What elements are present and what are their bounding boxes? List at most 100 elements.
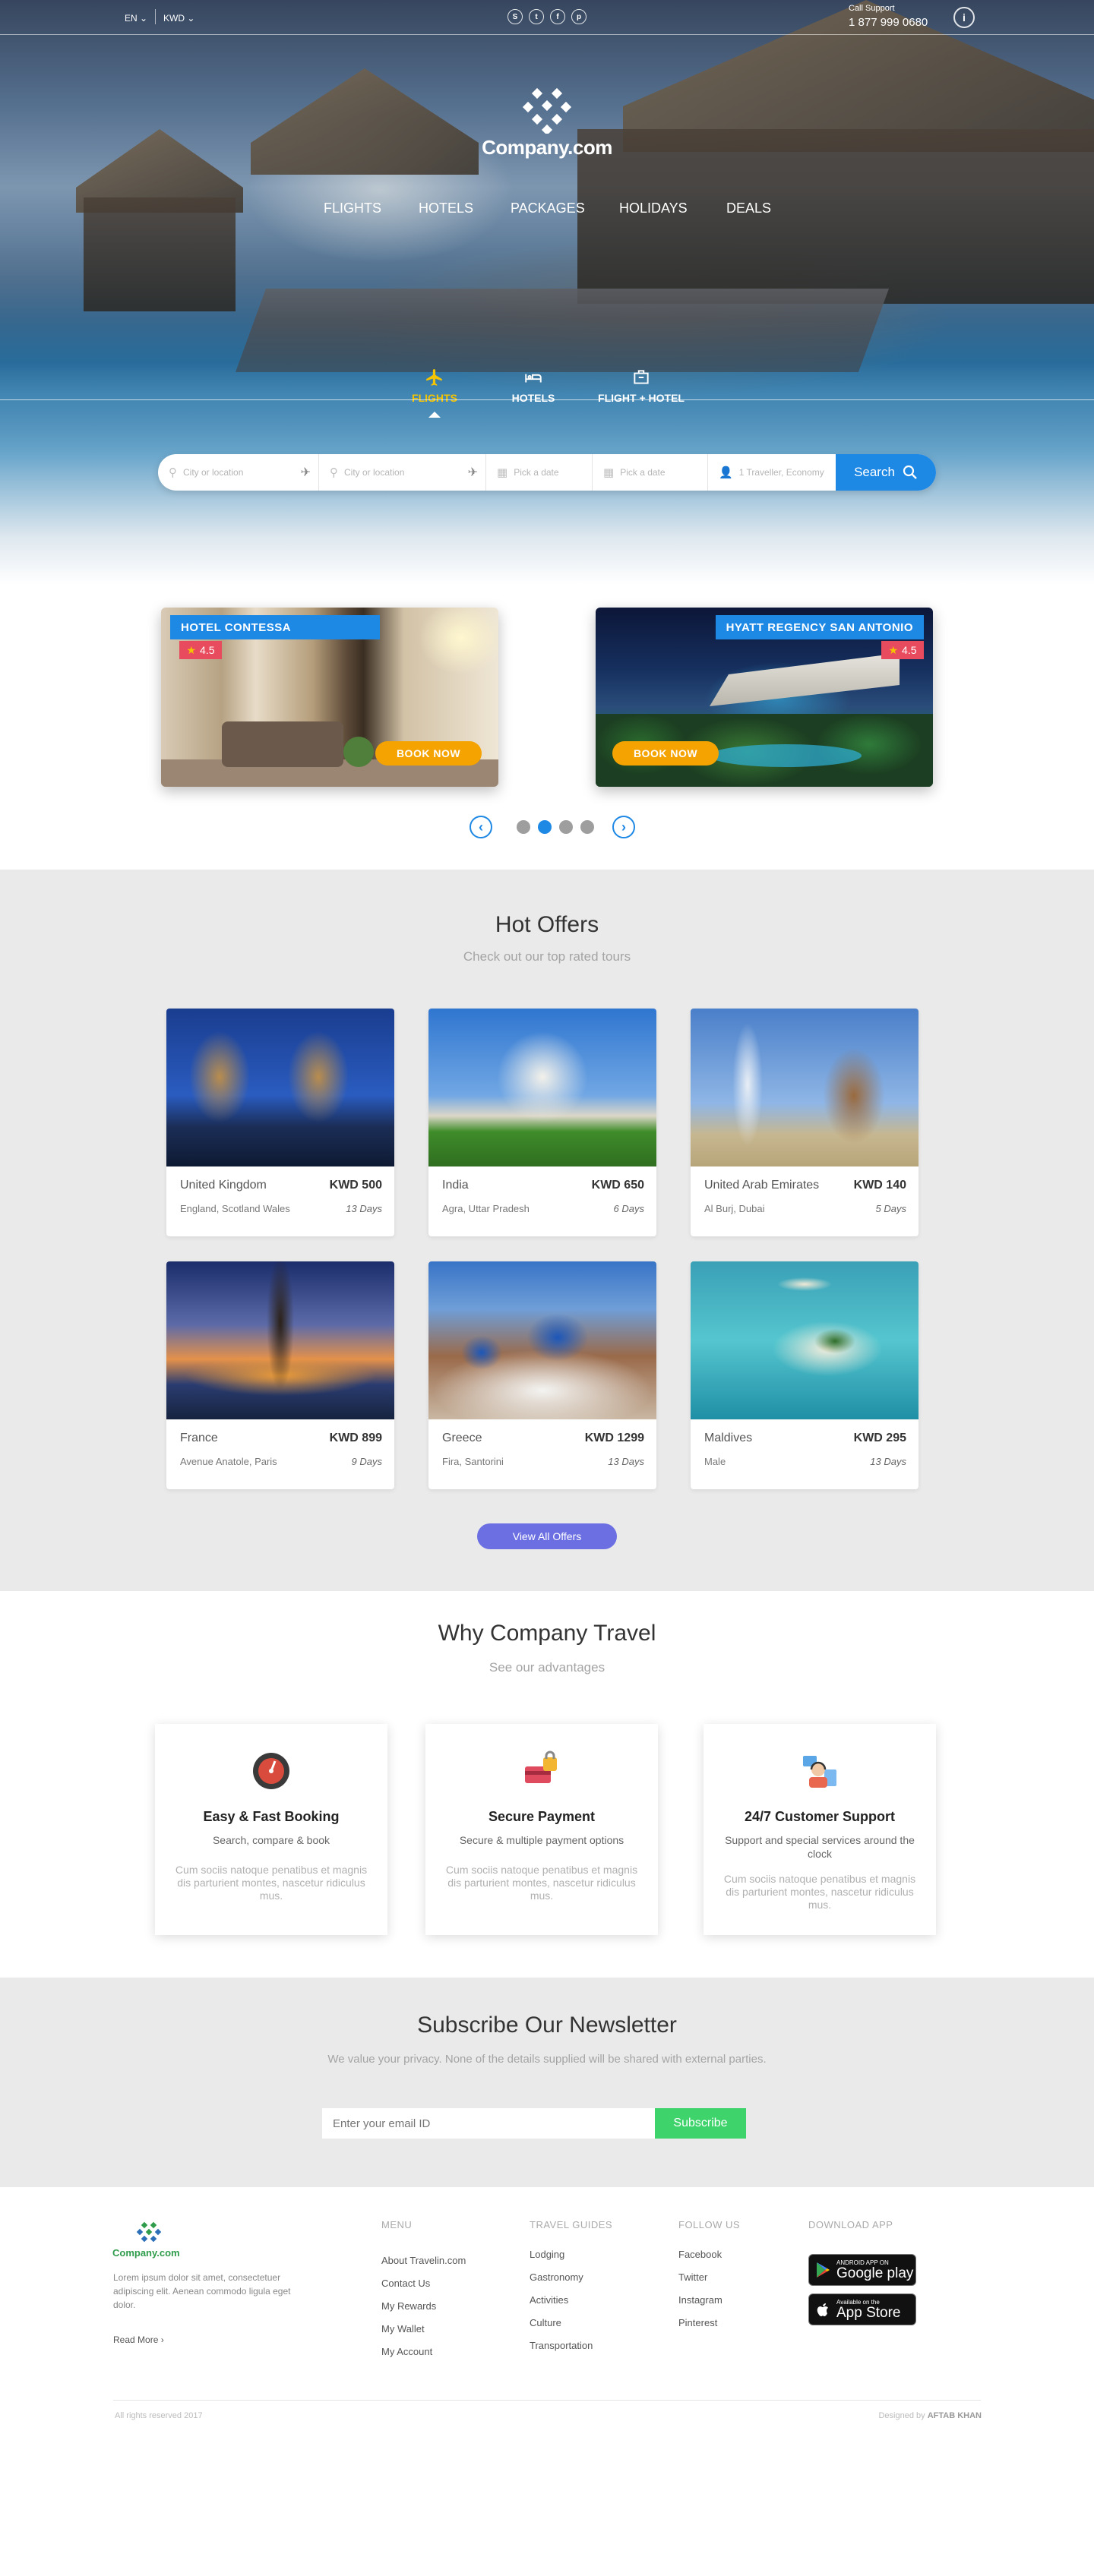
carousel-dot[interactable] bbox=[580, 820, 594, 834]
hero-banner: EN ⌄ KWD ⌄ S t f p Call Support 1 877 99… bbox=[0, 0, 1094, 585]
advantage-title: Easy & Fast Booking bbox=[203, 1809, 340, 1824]
offer-image bbox=[166, 1009, 394, 1166]
subscribe-button[interactable]: Subscribe bbox=[655, 2108, 746, 2139]
rating-value: 4.5 bbox=[200, 644, 215, 656]
newsletter-title: Subscribe Our Newsletter bbox=[417, 2012, 677, 2038]
footer-link[interactable]: Contact Us bbox=[381, 2278, 430, 2289]
star-icon: ★ bbox=[186, 643, 197, 656]
designer-credit: Designed by AFTAB KHAN bbox=[878, 2411, 982, 2420]
apple-icon bbox=[817, 2303, 828, 2316]
app-store-badge[interactable]: Available on the App Store bbox=[808, 2293, 916, 2325]
skype-icon[interactable]: S bbox=[507, 9, 523, 24]
footer-link[interactable]: Twitter bbox=[678, 2271, 707, 2283]
email-input[interactable] bbox=[322, 2108, 655, 2139]
support-number[interactable]: 1 877 999 0680 bbox=[849, 16, 928, 29]
footer-link[interactable]: About Travelin.com bbox=[381, 2255, 466, 2266]
advantage-description: Cum sociis natoque penatibus et magnis d… bbox=[723, 1873, 916, 1911]
suitcase-icon bbox=[634, 370, 649, 384]
airplane-icon bbox=[426, 369, 442, 386]
to-field[interactable]: ⚲ City or location ✈ bbox=[319, 454, 486, 491]
offer-location: England, Scotland Wales bbox=[180, 1203, 290, 1214]
offer-country: France bbox=[180, 1432, 218, 1444]
social-links: S t f p bbox=[507, 9, 587, 24]
nav-packages[interactable]: PACKAGES bbox=[511, 200, 585, 216]
tab-hotels[interactable]: HOTELS bbox=[503, 368, 564, 404]
google-play-badge[interactable]: ANDROID APP ON Google play bbox=[808, 2254, 916, 2286]
footer-link[interactable]: Pinterest bbox=[678, 2317, 717, 2328]
offer-price: KWD 140 bbox=[853, 1179, 906, 1192]
carousel-prev-button[interactable]: ‹ bbox=[470, 816, 492, 838]
carousel-dot[interactable] bbox=[517, 820, 530, 834]
nav-hotels[interactable]: HOTELS bbox=[419, 200, 473, 216]
rating-badge: ★ 4.5 bbox=[179, 641, 222, 659]
section-title: Hot Offers bbox=[495, 912, 599, 937]
offer-location: Agra, Uttar Pradesh bbox=[442, 1203, 530, 1214]
designed-by-label: Designed by bbox=[878, 2411, 925, 2420]
twitter-icon[interactable]: t bbox=[529, 9, 544, 24]
calendar-icon: ▦ bbox=[603, 466, 615, 479]
footer-link[interactable]: Instagram bbox=[678, 2294, 722, 2306]
footer-link[interactable]: Culture bbox=[530, 2317, 561, 2328]
offer-card[interactable]: France KWD 899 Avenue Anatole, Paris 9 D… bbox=[166, 1261, 394, 1489]
offer-duration: 9 Days bbox=[351, 1456, 382, 1467]
pinterest-icon[interactable]: p bbox=[571, 9, 587, 24]
offer-card[interactable]: Greece KWD 1299 Fira, Santorini 13 Days bbox=[428, 1261, 656, 1489]
nav-holidays[interactable]: HOLIDAYS bbox=[619, 200, 688, 216]
footer-link[interactable]: Gastronomy bbox=[530, 2271, 583, 2283]
nav-deals[interactable]: DEALS bbox=[726, 200, 771, 216]
offer-card[interactable]: India KWD 650 Agra, Uttar Pradesh 6 Days bbox=[428, 1009, 656, 1236]
advantage-card: Easy & Fast Booking Search, compare & bo… bbox=[155, 1724, 387, 1935]
footer-link[interactable]: Activities bbox=[530, 2294, 568, 2306]
footer-link[interactable]: My Account bbox=[381, 2346, 432, 2357]
footer-logo[interactable]: Company.com bbox=[112, 2221, 188, 2259]
tab-hotels-label: HOTELS bbox=[511, 392, 555, 404]
to-placeholder: City or location bbox=[344, 467, 405, 478]
offer-image bbox=[691, 1009, 919, 1166]
offer-card[interactable]: United Kingdom KWD 500 England, Scotland… bbox=[166, 1009, 394, 1236]
book-now-button[interactable]: BOOK NOW bbox=[375, 741, 482, 766]
advantage-description: Cum sociis natoque penatibus et magnis d… bbox=[445, 1864, 638, 1902]
tab-flights[interactable]: FLIGHTS bbox=[404, 368, 465, 418]
offer-duration: 13 Days bbox=[608, 1456, 644, 1467]
footer-link[interactable]: Transportation bbox=[530, 2340, 593, 2351]
featured-hotel-card[interactable]: HOTEL CONTESSA ★ 4.5 BOOK NOW bbox=[161, 608, 498, 787]
footer-link[interactable]: Facebook bbox=[678, 2249, 722, 2260]
offer-card[interactable]: Maldives KWD 295 Male 13 Days bbox=[691, 1261, 919, 1489]
footer-link[interactable]: Lodging bbox=[530, 2249, 564, 2260]
depart-date-field[interactable]: ▦ Pick a date bbox=[486, 454, 593, 491]
language-select[interactable]: EN ⌄ bbox=[125, 13, 147, 24]
section-subtitle: See our advantages bbox=[489, 1660, 605, 1675]
book-now-button[interactable]: BOOK NOW bbox=[612, 741, 719, 766]
tab-flight-hotel[interactable]: FLIGHT + HOTEL bbox=[588, 368, 694, 404]
carousel-next-button[interactable]: › bbox=[612, 816, 635, 838]
offer-image bbox=[428, 1261, 656, 1419]
read-more-link[interactable]: Read More › bbox=[113, 2334, 164, 2345]
advantage-description: Cum sociis natoque penatibus et magnis d… bbox=[175, 1864, 368, 1902]
search-button[interactable]: Search bbox=[836, 454, 936, 491]
offer-price: KWD 650 bbox=[591, 1179, 644, 1192]
offer-duration: 6 Days bbox=[613, 1203, 644, 1214]
nav-flights[interactable]: FLIGHTS bbox=[324, 200, 381, 216]
featured-hotel-card[interactable]: HYATT REGENCY SAN ANTONIO ★ 4.5 BOOK NOW bbox=[596, 608, 933, 787]
carousel-dot[interactable] bbox=[559, 820, 573, 834]
footer-follow-title: FOLLOW US bbox=[678, 2219, 741, 2230]
bungalow-roof bbox=[251, 68, 479, 175]
view-all-offers-button[interactable]: View All Offers bbox=[477, 1523, 617, 1549]
carousel-dot[interactable] bbox=[538, 820, 552, 834]
travellers-field[interactable]: 👤 1 Traveller, Economy bbox=[708, 454, 836, 491]
footer-link[interactable]: My Wallet bbox=[381, 2323, 425, 2334]
return-date-field[interactable]: ▦ Pick a date bbox=[593, 454, 708, 491]
footer-link[interactable]: My Rewards bbox=[381, 2300, 436, 2312]
advantage-title: 24/7 Customer Support bbox=[744, 1809, 896, 1824]
offer-card[interactable]: United Arab Emirates KWD 140 Al Burj, Du… bbox=[691, 1009, 919, 1236]
offer-location: Al Burj, Dubai bbox=[704, 1203, 765, 1214]
facebook-icon[interactable]: f bbox=[550, 9, 565, 24]
advantage-subtitle: Search, compare & book bbox=[212, 1834, 330, 1846]
newsletter-subtitle: We value your privacy. None of the detai… bbox=[327, 2053, 767, 2066]
brand-logo[interactable]: Company.com bbox=[471, 85, 623, 159]
currency-select[interactable]: KWD ⌄ bbox=[163, 13, 194, 24]
hotel-name: HYATT REGENCY SAN ANTONIO bbox=[715, 615, 924, 639]
info-icon[interactable]: i bbox=[953, 7, 975, 28]
from-field[interactable]: ⚲ City or location ✈ bbox=[158, 454, 319, 491]
takeoff-icon: ✈ bbox=[300, 466, 311, 479]
